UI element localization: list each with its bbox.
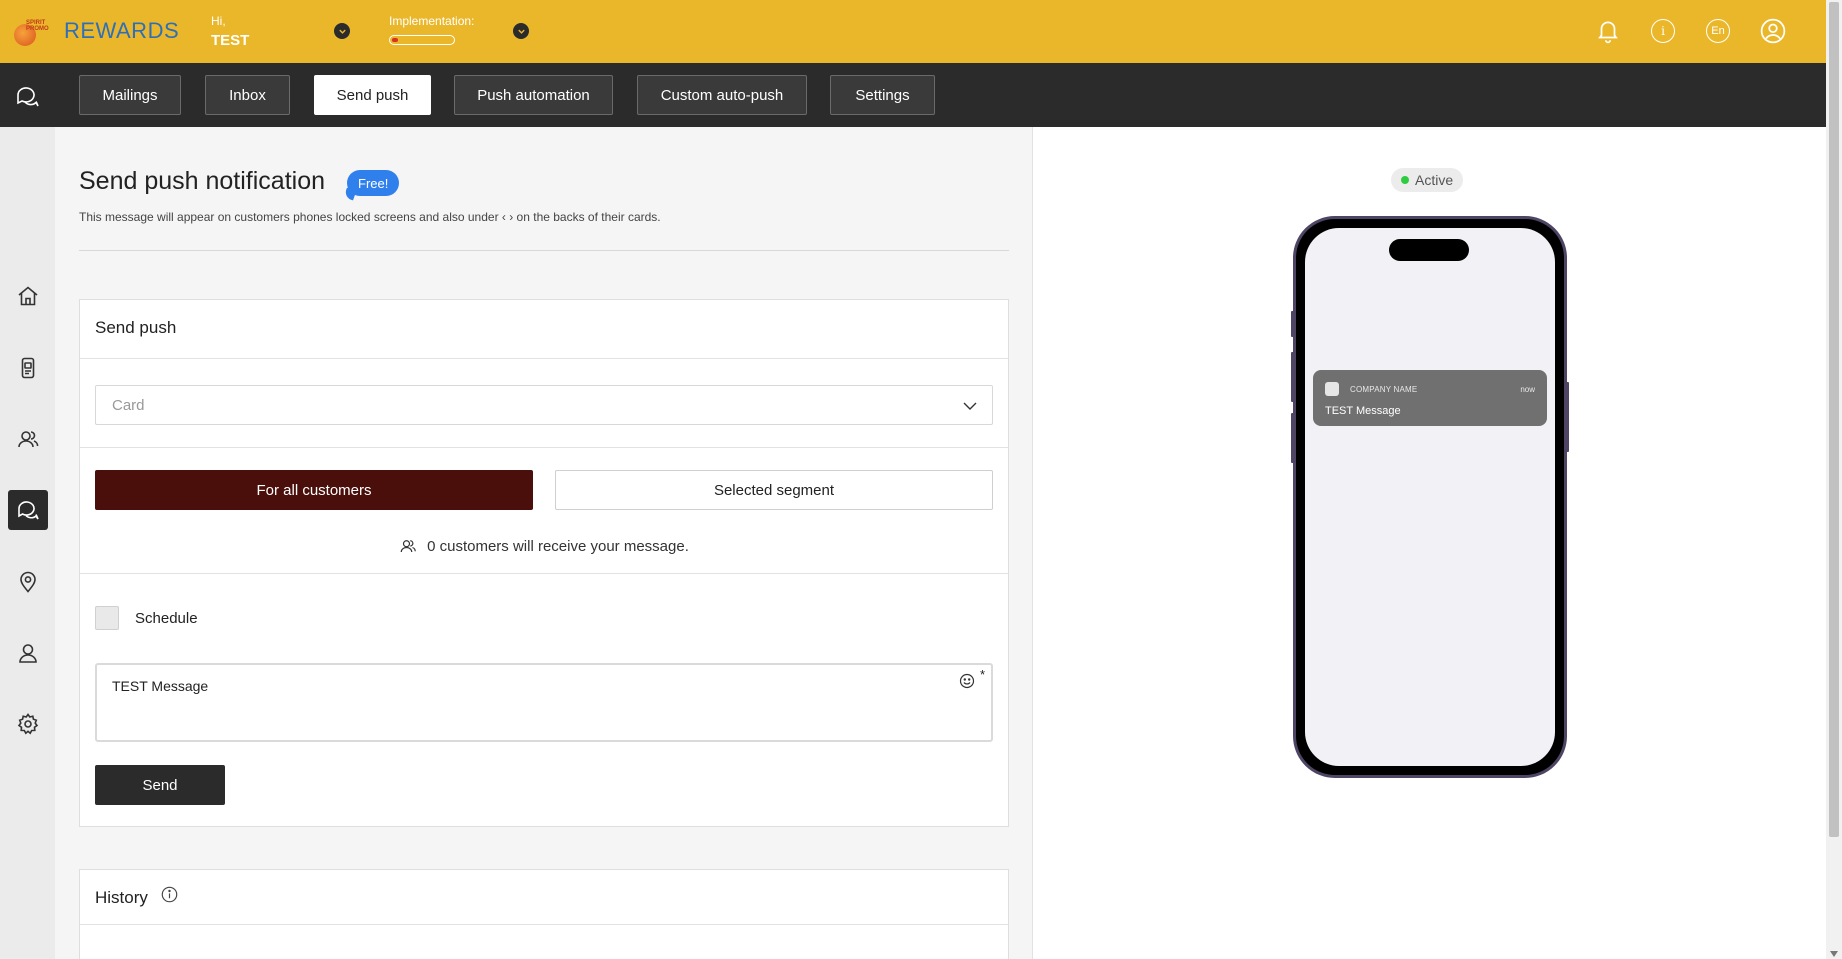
send-push-title: Send push	[95, 318, 177, 337]
scroll-down-arrow-icon[interactable]	[1830, 951, 1838, 957]
implementation-bar-fill	[392, 37, 398, 42]
status-dot	[1401, 176, 1409, 184]
account-icon[interactable]	[1760, 18, 1786, 44]
status-text: Active	[1415, 172, 1454, 188]
push-notification-preview: COMPANY NAME now TEST Message	[1313, 370, 1547, 426]
bell-icon[interactable]	[1595, 18, 1621, 44]
header-actions: i En	[1595, 18, 1786, 44]
section-nav: Mailings Inbox Send push Push automation…	[0, 63, 1826, 127]
history-card: History	[79, 869, 1009, 959]
page-title: Send push notification	[79, 167, 326, 195]
history-divider	[80, 924, 1008, 925]
card-divider	[80, 573, 1008, 574]
dynamic-island	[1389, 239, 1469, 261]
card-select-placeholder: Card	[112, 396, 145, 414]
phone-card-icon[interactable]	[8, 348, 48, 388]
message-textarea[interactable]: TEST Message *	[95, 663, 993, 742]
user-icon[interactable]	[8, 633, 48, 673]
language-button[interactable]: En	[1705, 18, 1731, 44]
top-bar: SPIRIT PROMO REWARDS Hi, TEST Implementat…	[0, 0, 1826, 63]
customers-icon	[400, 540, 416, 553]
tab-inbox[interactable]: Inbox	[205, 75, 290, 115]
phone-mockup: COMPANY NAME now TEST Message	[1293, 216, 1567, 778]
logo-text: REWARDS	[64, 18, 180, 43]
selected-segment-button[interactable]: Selected segment	[555, 470, 993, 510]
required-mark: *	[979, 667, 985, 682]
app-icon	[1325, 382, 1339, 396]
logo-icon: SPIRIT PROMO	[12, 18, 52, 48]
implementation-chevron-icon[interactable]	[513, 23, 529, 39]
card-select[interactable]: Card	[95, 385, 993, 425]
schedule-label: Schedule	[135, 610, 198, 627]
implementation-label: Implementation:	[389, 14, 475, 28]
recipients-text: 0 customers will receive your message.	[427, 537, 689, 555]
info-icon[interactable]: i	[1650, 18, 1676, 44]
greeting-text: Hi,	[211, 14, 226, 28]
tab-mailings[interactable]: Mailings	[79, 75, 181, 115]
chat-icon[interactable]	[8, 490, 48, 530]
tab-custom-auto-push[interactable]: Custom auto-push	[637, 75, 807, 115]
location-pin-icon[interactable]	[8, 562, 48, 602]
notification-time: now	[1520, 385, 1535, 394]
chat-icon	[14, 83, 40, 109]
free-badge: Free!	[347, 170, 400, 196]
message-text: TEST Message	[112, 678, 209, 694]
language-label: En	[1706, 19, 1730, 43]
tab-push-automation[interactable]: Push automation	[454, 75, 613, 115]
notification-message: TEST Message	[1325, 405, 1401, 417]
page-subtitle: This message will appear on customers ph…	[79, 210, 661, 224]
user-name: TEST	[211, 32, 250, 49]
notification-company: COMPANY NAME	[1350, 385, 1418, 394]
main-content: Send push notification Free! This messag…	[55, 127, 1033, 959]
divider	[79, 250, 1009, 251]
scrollbar-thumb[interactable]	[1829, 2, 1839, 837]
for-all-customers-button[interactable]: For all customers	[95, 470, 533, 510]
logo[interactable]: SPIRIT PROMO REWARDS	[12, 18, 179, 48]
tab-send-push[interactable]: Send push	[314, 75, 431, 115]
preview-panel: Active COMPANY NAME now TEST Message	[1034, 127, 1826, 959]
gear-icon[interactable]	[8, 704, 48, 744]
emoji-icon[interactable]	[959, 673, 975, 689]
implementation-bar	[389, 35, 455, 45]
user-menu-chevron-icon[interactable]	[334, 23, 350, 39]
sidebar	[0, 127, 55, 959]
free-badge-label: Free!	[358, 175, 389, 191]
card-divider	[80, 447, 1008, 448]
card-divider	[80, 358, 1008, 359]
tab-settings[interactable]: Settings	[830, 75, 935, 115]
home-icon[interactable]	[8, 276, 48, 316]
chevron-down-icon	[963, 402, 977, 410]
schedule-checkbox[interactable]	[95, 606, 119, 630]
send-button[interactable]: Send	[95, 765, 225, 805]
status-badge: Active	[1391, 168, 1464, 192]
page-scrollbar[interactable]	[1826, 0, 1842, 959]
phone-screen: COMPANY NAME now TEST Message	[1305, 228, 1555, 766]
recipients-info: 0 customers will receive your message.	[80, 537, 1008, 555]
customers-icon[interactable]	[8, 419, 48, 459]
history-title: History	[95, 888, 148, 907]
info-icon[interactable]	[161, 886, 178, 903]
send-push-card: Send push Card For all customers Selecte…	[79, 299, 1009, 827]
user-greeting: Hi, TEST	[211, 14, 249, 49]
implementation-progress: Implementation:	[389, 14, 474, 45]
